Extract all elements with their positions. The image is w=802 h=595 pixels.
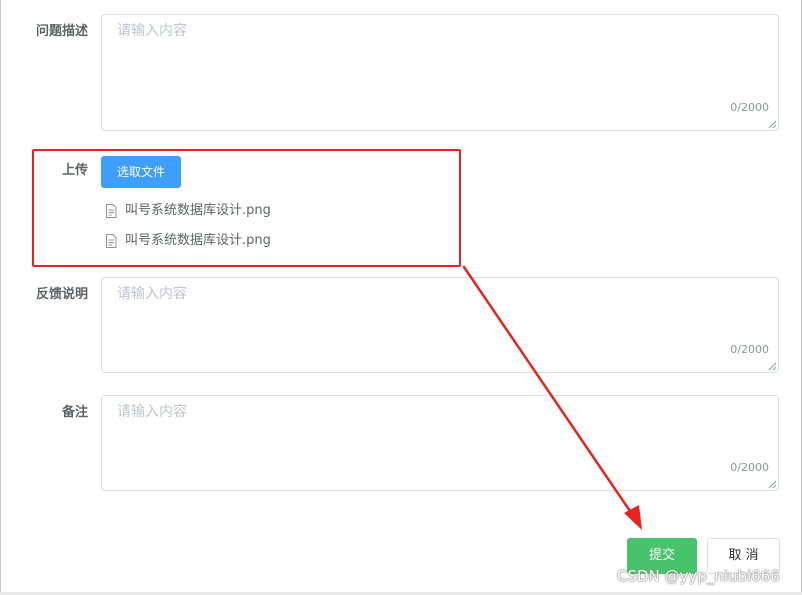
remark-textarea[interactable]: 请输入内容 0/2000 (101, 395, 779, 491)
feedback-placeholder: 请输入内容 (117, 286, 187, 302)
description-char-counter: 0/2000 (730, 101, 769, 114)
annotation-highlight-box (32, 149, 461, 267)
feedback-textarea[interactable]: 请输入内容 0/2000 (101, 277, 779, 373)
resize-handle-icon[interactable] (768, 362, 777, 371)
resize-handle-icon[interactable] (768, 120, 777, 129)
remark-char-counter: 0/2000 (730, 461, 769, 474)
watermark-text: CSDN @yyp_niubi666 (617, 567, 780, 585)
feedback-label: 反馈说明 (35, 287, 88, 302)
window-left-border (0, 0, 1, 595)
description-textarea[interactable]: 请输入内容 0/2000 (101, 14, 779, 131)
feedback-char-counter: 0/2000 (730, 343, 769, 356)
remark-placeholder: 请输入内容 (117, 404, 187, 420)
remark-label: 备注 (61, 405, 88, 420)
description-label: 问题描述 (35, 24, 88, 39)
resize-handle-icon[interactable] (768, 480, 777, 489)
description-placeholder: 请输入内容 (117, 23, 187, 39)
